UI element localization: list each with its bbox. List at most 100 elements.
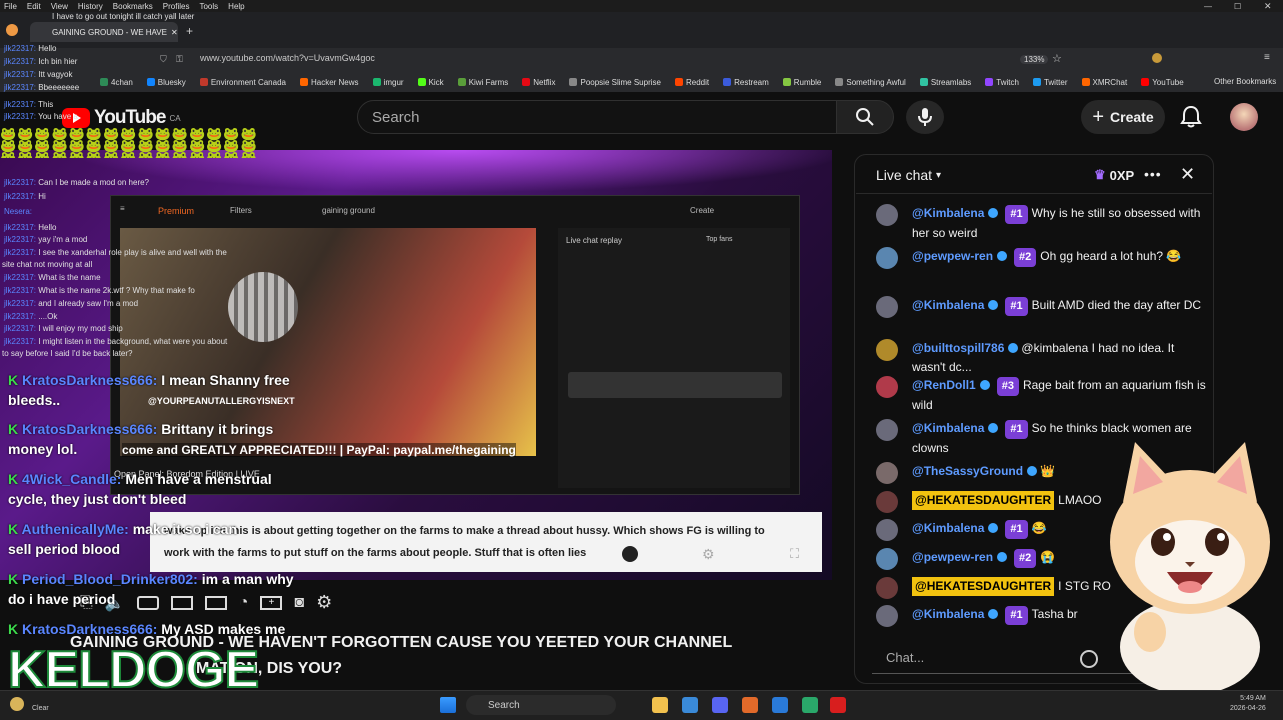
- bookmark-netflix[interactable]: Netflix: [522, 78, 555, 87]
- menu-item-tools[interactable]: Tools: [199, 2, 218, 11]
- file-explorer-icon[interactable]: [652, 697, 668, 713]
- add-icon[interactable]: +: [260, 595, 283, 610]
- chat-message[interactable]: @builttospill786 @kimbalena I had no idea…: [876, 339, 1206, 377]
- subtitles-icon[interactable]: ⎘: [80, 594, 93, 612]
- speed-icon[interactable]: ◔: [239, 594, 249, 612]
- new-tab-icon[interactable]: +: [186, 24, 193, 38]
- bookmark-kick[interactable]: Kick: [417, 78, 444, 87]
- youtube-logo[interactable]: YouTube CA: [62, 107, 181, 129]
- minimize-icon[interactable]: —: [1204, 2, 1212, 11]
- chat-avatar[interactable]: [876, 462, 898, 484]
- windows-start-icon[interactable]: [440, 697, 456, 713]
- bookmark-favicon-icon: [522, 78, 531, 86]
- chat-username[interactable]: @Kimbalena: [912, 521, 984, 535]
- voice-search-button[interactable]: [906, 100, 944, 134]
- chat-message[interactable]: @Kimbalena #1 Built AMD died the day after…: [876, 296, 1206, 318]
- chat-username[interactable]: @HEKATESDAUGHTER: [912, 491, 1055, 510]
- bookmark-star-icon[interactable]: ☆: [1052, 52, 1062, 65]
- menu-item-view[interactable]: View: [51, 2, 68, 11]
- shield-icon[interactable]: ⛉: [160, 54, 167, 65]
- bookmark-restream[interactable]: Restream: [723, 78, 769, 87]
- app-icon-1[interactable]: [682, 697, 698, 713]
- miniplayer-icon[interactable]: [204, 595, 227, 610]
- search-input[interactable]: Search: [357, 100, 837, 134]
- app-icon-3[interactable]: [802, 697, 818, 713]
- search-icon: [856, 108, 874, 126]
- chat-avatar[interactable]: [876, 577, 898, 599]
- bookmark-environment-canada[interactable]: Environment Canada: [199, 78, 286, 87]
- bookmark-bluesky[interactable]: Bluesky: [146, 78, 186, 87]
- discord-icon[interactable]: [712, 697, 728, 713]
- chat-message[interactable]: @Kimbalena #1 Why is he still so obsessed …: [876, 204, 1206, 243]
- browser-tab-active[interactable]: GAINING GROUND - WE HAVE ✕: [30, 22, 178, 42]
- url-field[interactable]: www.youtube.com/watch?v=UvavmGw4goc: [200, 53, 1080, 67]
- close-window-icon[interactable]: ✕: [1264, 1, 1272, 12]
- taskbar-search[interactable]: Search: [466, 695, 616, 715]
- chat-username[interactable]: @pewpew-ren: [912, 249, 993, 263]
- chat-avatar[interactable]: [876, 296, 898, 318]
- chat-avatar[interactable]: [876, 339, 898, 361]
- chat-avatar[interactable]: [876, 204, 898, 226]
- maximize-icon[interactable]: ☐: [1234, 2, 1241, 11]
- bookmark-twitch[interactable]: Twitch: [985, 78, 1019, 87]
- tab-close-icon[interactable]: ✕: [171, 28, 178, 37]
- extension-icon[interactable]: [1152, 53, 1162, 63]
- youtube-taskbar-icon[interactable]: [830, 697, 846, 713]
- bookmark-xmrchat[interactable]: XMRChat: [1081, 78, 1127, 87]
- bookmark-something-awful[interactable]: Something Awful: [835, 78, 906, 87]
- close-icon[interactable]: ✕: [1180, 164, 1195, 185]
- notifications-bell-icon[interactable]: [1180, 105, 1202, 129]
- chat-avatar[interactable]: [876, 519, 898, 541]
- bookmark-reddit[interactable]: Reddit: [674, 78, 709, 87]
- app-icon-2[interactable]: [772, 697, 788, 713]
- chat-username[interactable]: @HEKATESDAUGHTER: [912, 577, 1055, 596]
- chat-username[interactable]: @pewpew-ren: [912, 550, 993, 564]
- menu-item-help[interactable]: Help: [228, 2, 244, 11]
- chat-avatar[interactable]: [876, 419, 898, 441]
- menu-item-history[interactable]: History: [78, 2, 103, 11]
- chat-avatar[interactable]: [876, 548, 898, 570]
- chat-avatar[interactable]: [876, 247, 898, 269]
- menu-item-profiles[interactable]: Profiles: [163, 2, 190, 11]
- live-chat-mode-dropdown[interactable]: Live chat ▾: [876, 167, 941, 183]
- create-button[interactable]: + Create: [1081, 100, 1165, 134]
- chat-avatar[interactable]: [876, 605, 898, 627]
- zoom-level[interactable]: 133%: [1020, 55, 1049, 64]
- xp-badge[interactable]: ♛ 0XP: [1088, 165, 1140, 185]
- bookmark-hacker-news[interactable]: Hacker News: [299, 78, 359, 87]
- bookmark-rumble[interactable]: Rumble: [782, 78, 821, 87]
- menu-item-file[interactable]: File: [4, 2, 17, 11]
- chat-username[interactable]: @builttospill786: [912, 341, 1004, 355]
- more-options-icon[interactable]: •••: [1144, 166, 1162, 182]
- captions-icon[interactable]: [136, 595, 159, 610]
- chat-avatar[interactable]: [876, 376, 898, 398]
- screenshot-icon[interactable]: ◙: [294, 594, 304, 612]
- bookmark-youtube[interactable]: YouTube: [1141, 78, 1184, 87]
- settings-icon[interactable]: ⚙: [316, 592, 332, 613]
- chat-username[interactable]: @TheSassyGround: [912, 464, 1023, 478]
- volume-icon[interactable]: 🔈: [105, 593, 125, 613]
- menu-icon[interactable]: ≡: [1264, 52, 1270, 63]
- chat-username[interactable]: @Kimbalena: [912, 607, 984, 621]
- bookmark-4chan[interactable]: 4chan: [100, 78, 133, 87]
- other-bookmarks[interactable]: Other Bookmarks: [1214, 77, 1276, 86]
- bookmark-streamlabs[interactable]: Streamlabs: [919, 78, 971, 87]
- theater-icon[interactable]: [170, 595, 193, 610]
- chat-avatar[interactable]: [876, 491, 898, 513]
- search-button[interactable]: [836, 100, 894, 134]
- chat-message[interactable]: @RenDoll1 #3 Rage bait from an aquarium fi…: [876, 376, 1206, 415]
- browser-icon[interactable]: [742, 697, 758, 713]
- bookmark-twitter[interactable]: Twitter: [1032, 78, 1068, 87]
- chat-username[interactable]: @Kimbalena: [912, 421, 984, 435]
- menu-item-edit[interactable]: Edit: [27, 2, 41, 11]
- bookmark-favicon-icon: [569, 78, 578, 86]
- chat-username[interactable]: @Kimbalena: [912, 206, 984, 220]
- bookmark-imgur[interactable]: imgur: [372, 78, 404, 87]
- chat-message[interactable]: @pewpew-ren #2 Oh gg heard a lot huh? 😂: [876, 247, 1206, 269]
- bookmark-poopsie-slime-suprise[interactable]: Poopsie Slime Suprise: [569, 78, 661, 87]
- chat-username[interactable]: @Kimbalena: [912, 298, 984, 312]
- menu-item-bookmarks[interactable]: Bookmarks: [113, 2, 153, 11]
- chat-username[interactable]: @RenDoll1: [912, 378, 976, 392]
- bookmark-kiwi-farms[interactable]: Kiwi Farms: [457, 78, 508, 87]
- account-avatar[interactable]: [1230, 103, 1258, 131]
